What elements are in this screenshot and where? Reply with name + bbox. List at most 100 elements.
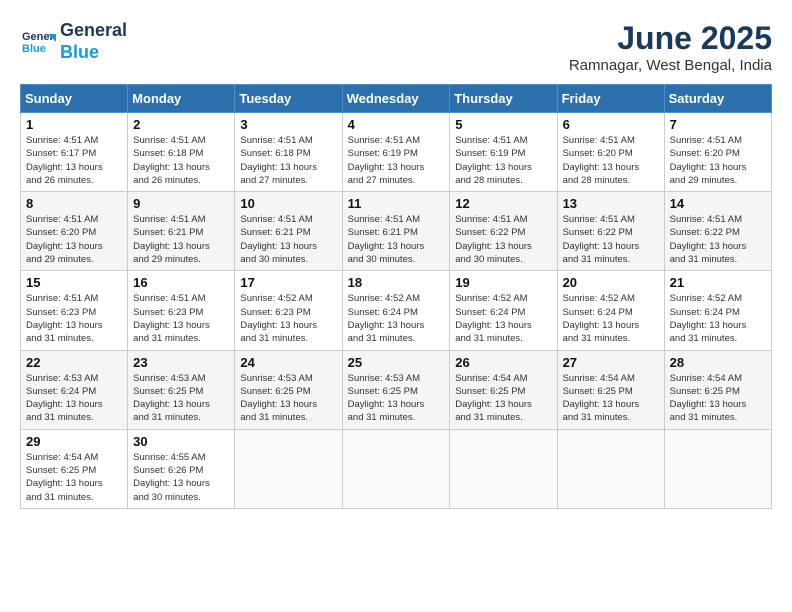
calendar-day-cell: 24Sunrise: 4:53 AM Sunset: 6:25 PM Dayli…	[235, 350, 342, 429]
calendar-day-cell: 5 Sunrise: 4:51 AM Sunset: 6:19 PM Daylig…	[450, 113, 557, 192]
calendar-day-cell: 4 Sunrise: 4:51 AM Sunset: 6:19 PM Daylig…	[342, 113, 450, 192]
day-info: Sunrise: 4:53 AM Sunset: 6:24 PM Dayligh…	[26, 372, 122, 425]
day-number: 26	[455, 355, 551, 370]
svg-text:Blue: Blue	[22, 43, 46, 55]
day-info: Sunrise: 4:51 AM Sunset: 6:20 PM Dayligh…	[670, 134, 766, 187]
day-info: Sunrise: 4:51 AM Sunset: 6:22 PM Dayligh…	[670, 213, 766, 266]
calendar-day-cell: 19 Sunrise: 4:52 AM Sunset: 6:24 PM Dayli…	[450, 271, 557, 350]
day-info: Sunrise: 4:52 AM Sunset: 6:23 PM Dayligh…	[240, 292, 336, 345]
day-number: 15	[26, 275, 122, 290]
calendar-day-cell: 10 Sunrise: 4:51 AM Sunset: 6:21 PM Dayli…	[235, 192, 342, 271]
calendar-week-row: 8Sunrise: 4:51 AM Sunset: 6:20 PM Daylig…	[21, 192, 772, 271]
calendar-day-cell: 14 Sunrise: 4:51 AM Sunset: 6:22 PM Dayli…	[664, 192, 771, 271]
day-number: 24	[240, 355, 336, 370]
day-number: 7	[670, 117, 766, 132]
calendar-day-cell: 6Sunrise: 4:51 AM Sunset: 6:20 PM Daylig…	[557, 113, 664, 192]
day-info: Sunrise: 4:52 AM Sunset: 6:24 PM Dayligh…	[455, 292, 551, 345]
calendar-day-cell: 28 Sunrise: 4:54 AM Sunset: 6:25 PM Dayli…	[664, 350, 771, 429]
calendar-day-cell: 13 Sunrise: 4:51 AM Sunset: 6:22 PM Dayli…	[557, 192, 664, 271]
weekday-header-cell: Saturday	[664, 85, 771, 113]
calendar-day-cell: 26Sunrise: 4:54 AM Sunset: 6:25 PM Dayli…	[450, 350, 557, 429]
calendar-day-cell: 2 Sunrise: 4:51 AM Sunset: 6:18 PM Daylig…	[128, 113, 235, 192]
day-info: Sunrise: 4:51 AM Sunset: 6:22 PM Dayligh…	[563, 213, 659, 266]
day-info: Sunrise: 4:54 AM Sunset: 6:25 PM Dayligh…	[670, 372, 766, 425]
day-info: Sunrise: 4:52 AM Sunset: 6:24 PM Dayligh…	[563, 292, 659, 345]
day-number: 20	[563, 275, 659, 290]
day-number: 8	[26, 196, 122, 211]
day-number: 19	[455, 275, 551, 290]
calendar-day-cell	[235, 429, 342, 508]
weekday-header-cell: Friday	[557, 85, 664, 113]
day-number: 3	[240, 117, 336, 132]
logo-icon: General Blue	[20, 24, 56, 60]
calendar-week-row: 29Sunrise: 4:54 AM Sunset: 6:25 PM Dayli…	[21, 429, 772, 508]
day-number: 5	[455, 117, 551, 132]
day-number: 30	[133, 434, 229, 449]
calendar-day-cell: 27Sunrise: 4:54 AM Sunset: 6:25 PM Dayli…	[557, 350, 664, 429]
day-number: 17	[240, 275, 336, 290]
day-info: Sunrise: 4:53 AM Sunset: 6:25 PM Dayligh…	[133, 372, 229, 425]
calendar-day-cell: 17 Sunrise: 4:52 AM Sunset: 6:23 PM Dayli…	[235, 271, 342, 350]
calendar-table: SundayMondayTuesdayWednesdayThursdayFrid…	[20, 84, 772, 509]
calendar-day-cell: 30 Sunrise: 4:55 AM Sunset: 6:26 PM Dayli…	[128, 429, 235, 508]
day-info: Sunrise: 4:55 AM Sunset: 6:26 PM Dayligh…	[133, 451, 229, 504]
title-area: June 2025 Ramnagar, West Bengal, India	[569, 20, 772, 74]
day-number: 28	[670, 355, 766, 370]
weekday-header-cell: Wednesday	[342, 85, 450, 113]
day-number: 12	[455, 196, 551, 211]
day-number: 13	[563, 196, 659, 211]
day-number: 25	[348, 355, 445, 370]
calendar-day-cell: 3 Sunrise: 4:51 AM Sunset: 6:18 PM Daylig…	[235, 113, 342, 192]
day-info: Sunrise: 4:53 AM Sunset: 6:25 PM Dayligh…	[348, 372, 445, 425]
day-number: 9	[133, 196, 229, 211]
logo-text-line1: General	[60, 20, 127, 42]
calendar-week-row: 1Sunrise: 4:51 AM Sunset: 6:17 PM Daylig…	[21, 113, 772, 192]
day-info: Sunrise: 4:51 AM Sunset: 6:21 PM Dayligh…	[240, 213, 336, 266]
calendar-day-cell	[450, 429, 557, 508]
day-info: Sunrise: 4:54 AM Sunset: 6:25 PM Dayligh…	[26, 451, 122, 504]
day-info: Sunrise: 4:51 AM Sunset: 6:18 PM Dayligh…	[240, 134, 336, 187]
day-info: Sunrise: 4:54 AM Sunset: 6:25 PM Dayligh…	[563, 372, 659, 425]
day-info: Sunrise: 4:51 AM Sunset: 6:19 PM Dayligh…	[455, 134, 551, 187]
month-title: June 2025	[569, 20, 772, 57]
page-header: General Blue General Blue June 2025 Ramn…	[20, 20, 772, 74]
day-info: Sunrise: 4:51 AM Sunset: 6:18 PM Dayligh…	[133, 134, 229, 187]
calendar-body: 1Sunrise: 4:51 AM Sunset: 6:17 PM Daylig…	[21, 113, 772, 509]
weekday-header-row: SundayMondayTuesdayWednesdayThursdayFrid…	[21, 85, 772, 113]
calendar-day-cell: 15 Sunrise: 4:51 AM Sunset: 6:23 PM Dayli…	[21, 271, 128, 350]
calendar-day-cell: 29Sunrise: 4:54 AM Sunset: 6:25 PM Dayli…	[21, 429, 128, 508]
day-info: Sunrise: 4:51 AM Sunset: 6:22 PM Dayligh…	[455, 213, 551, 266]
day-number: 10	[240, 196, 336, 211]
calendar-day-cell	[557, 429, 664, 508]
day-info: Sunrise: 4:51 AM Sunset: 6:21 PM Dayligh…	[133, 213, 229, 266]
day-number: 2	[133, 117, 229, 132]
day-number: 21	[670, 275, 766, 290]
svg-text:General: General	[22, 31, 56, 43]
day-info: Sunrise: 4:51 AM Sunset: 6:20 PM Dayligh…	[563, 134, 659, 187]
day-info: Sunrise: 4:52 AM Sunset: 6:24 PM Dayligh…	[348, 292, 445, 345]
weekday-header-cell: Sunday	[21, 85, 128, 113]
location-title: Ramnagar, West Bengal, India	[569, 57, 772, 74]
weekday-header-cell: Tuesday	[235, 85, 342, 113]
calendar-day-cell: 1Sunrise: 4:51 AM Sunset: 6:17 PM Daylig…	[21, 113, 128, 192]
calendar-day-cell: 23 Sunrise: 4:53 AM Sunset: 6:25 PM Dayli…	[128, 350, 235, 429]
calendar-day-cell: 22 Sunrise: 4:53 AM Sunset: 6:24 PM Dayli…	[21, 350, 128, 429]
weekday-header-cell: Thursday	[450, 85, 557, 113]
calendar-day-cell	[342, 429, 450, 508]
calendar-day-cell: 18 Sunrise: 4:52 AM Sunset: 6:24 PM Dayli…	[342, 271, 450, 350]
day-info: Sunrise: 4:51 AM Sunset: 6:23 PM Dayligh…	[133, 292, 229, 345]
day-number: 14	[670, 196, 766, 211]
day-number: 4	[348, 117, 445, 132]
calendar-week-row: 15 Sunrise: 4:51 AM Sunset: 6:23 PM Dayli…	[21, 271, 772, 350]
day-info: Sunrise: 4:51 AM Sunset: 6:19 PM Dayligh…	[348, 134, 445, 187]
day-number: 11	[348, 196, 445, 211]
day-number: 22	[26, 355, 122, 370]
day-number: 1	[26, 117, 122, 132]
calendar-week-row: 22 Sunrise: 4:53 AM Sunset: 6:24 PM Dayli…	[21, 350, 772, 429]
day-number: 23	[133, 355, 229, 370]
day-number: 18	[348, 275, 445, 290]
logo: General Blue General Blue	[20, 20, 127, 63]
calendar-day-cell: 8Sunrise: 4:51 AM Sunset: 6:20 PM Daylig…	[21, 192, 128, 271]
weekday-header-cell: Monday	[128, 85, 235, 113]
day-info: Sunrise: 4:51 AM Sunset: 6:23 PM Dayligh…	[26, 292, 122, 345]
